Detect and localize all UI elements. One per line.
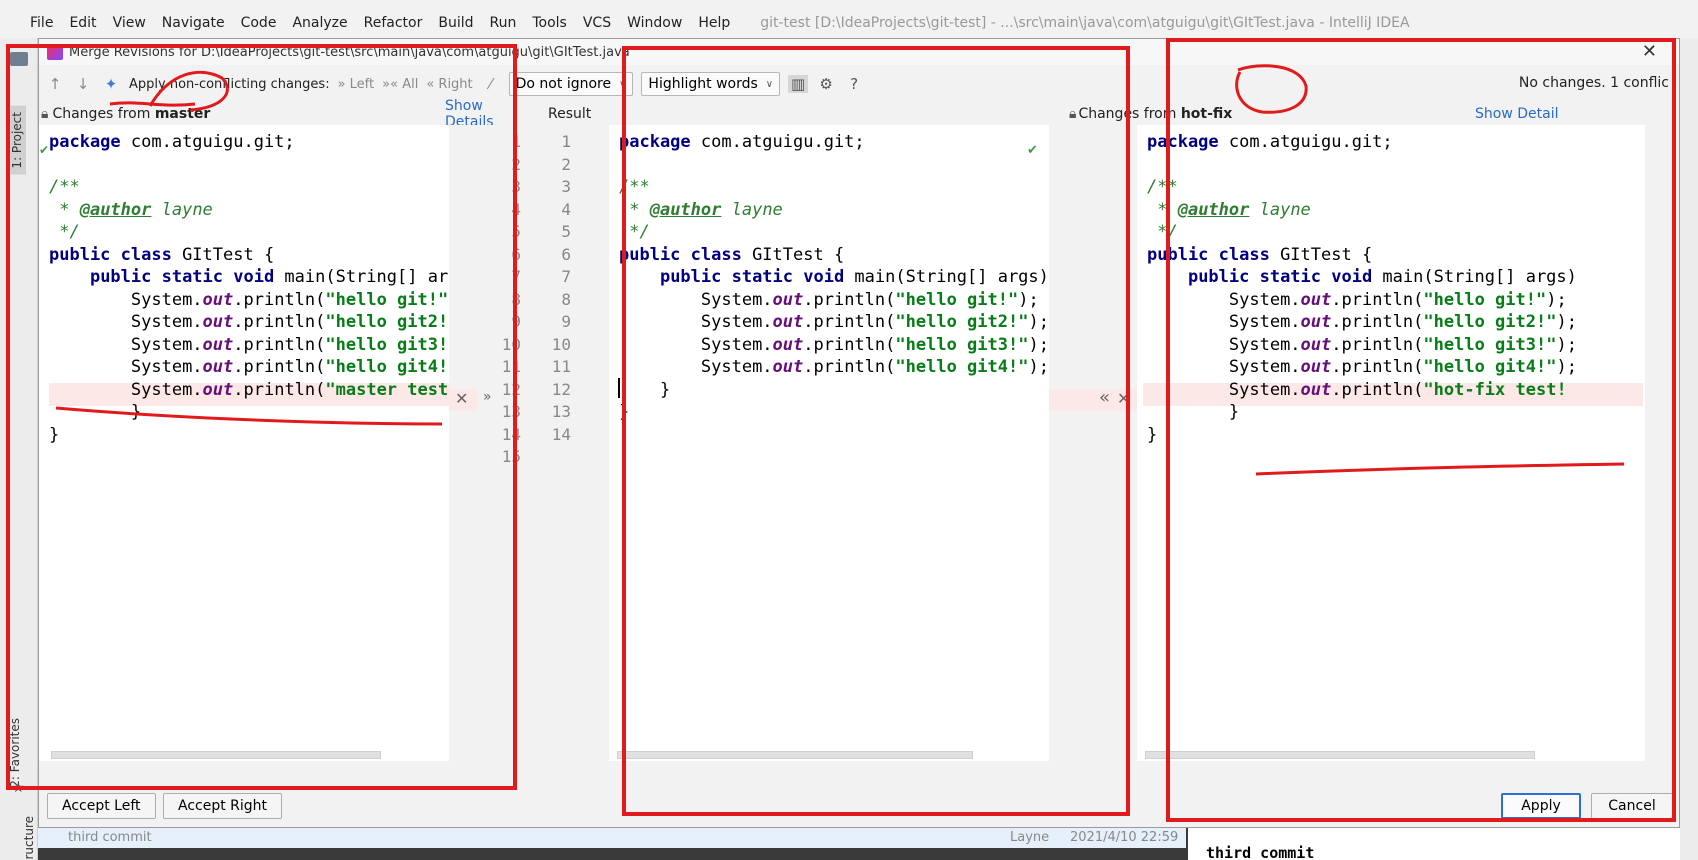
menu-refactor[interactable]: Refactor: [364, 14, 423, 32]
result-header: Result: [548, 106, 592, 122]
menu-code[interactable]: Code: [241, 14, 277, 32]
menu-tools[interactable]: Tools: [532, 14, 567, 32]
annotation-box-result: [622, 46, 1130, 816]
menu-navigate[interactable]: Navigate: [162, 14, 225, 32]
accept-left-button[interactable]: Accept Left: [47, 793, 156, 819]
commit-detail-title: third commit: [1188, 828, 1680, 860]
menu-window[interactable]: Window: [627, 14, 682, 32]
annotation-box-left: [6, 44, 517, 790]
ignore-whitespace-select[interactable]: Do not ignore ∨: [508, 72, 634, 96]
annotation-box-right: [1166, 38, 1676, 822]
menu-analyze[interactable]: Analyze: [292, 14, 347, 32]
commit-message: third commit: [68, 830, 152, 845]
window-title: git-test [D:\IdeaProjects\git-test] - ..…: [760, 15, 1410, 31]
menu-help[interactable]: Help: [698, 14, 730, 32]
menu-edit[interactable]: Edit: [69, 14, 96, 32]
commit-date: 2021/4/10 22:59: [1070, 830, 1179, 845]
ide-menubar: File Edit View Navigate Code Analyze Ref…: [0, 0, 1698, 38]
menu-run[interactable]: Run: [490, 14, 517, 32]
log-row[interactable]: third commit Layne 2021/4/10 22:59: [38, 828, 1186, 848]
text-cursor: [618, 378, 620, 398]
result-line-numbers: 1 2 3 4 5 6 7 8 9 10 11 12 13 14: [551, 132, 571, 444]
right-tool-strip: [1680, 38, 1698, 860]
git-log-strip: third commit Layne 2021/4/10 22:59 third…: [38, 828, 1680, 860]
commit-author: Layne: [1010, 830, 1050, 845]
menu-file[interactable]: File: [30, 14, 53, 32]
accept-right-button[interactable]: Accept Right: [163, 793, 283, 819]
menu-vcs[interactable]: VCS: [583, 14, 611, 32]
menu-view[interactable]: View: [113, 14, 146, 32]
menu-build[interactable]: Build: [438, 14, 473, 32]
structure-tab[interactable]: Z: Structure: [8, 816, 36, 860]
